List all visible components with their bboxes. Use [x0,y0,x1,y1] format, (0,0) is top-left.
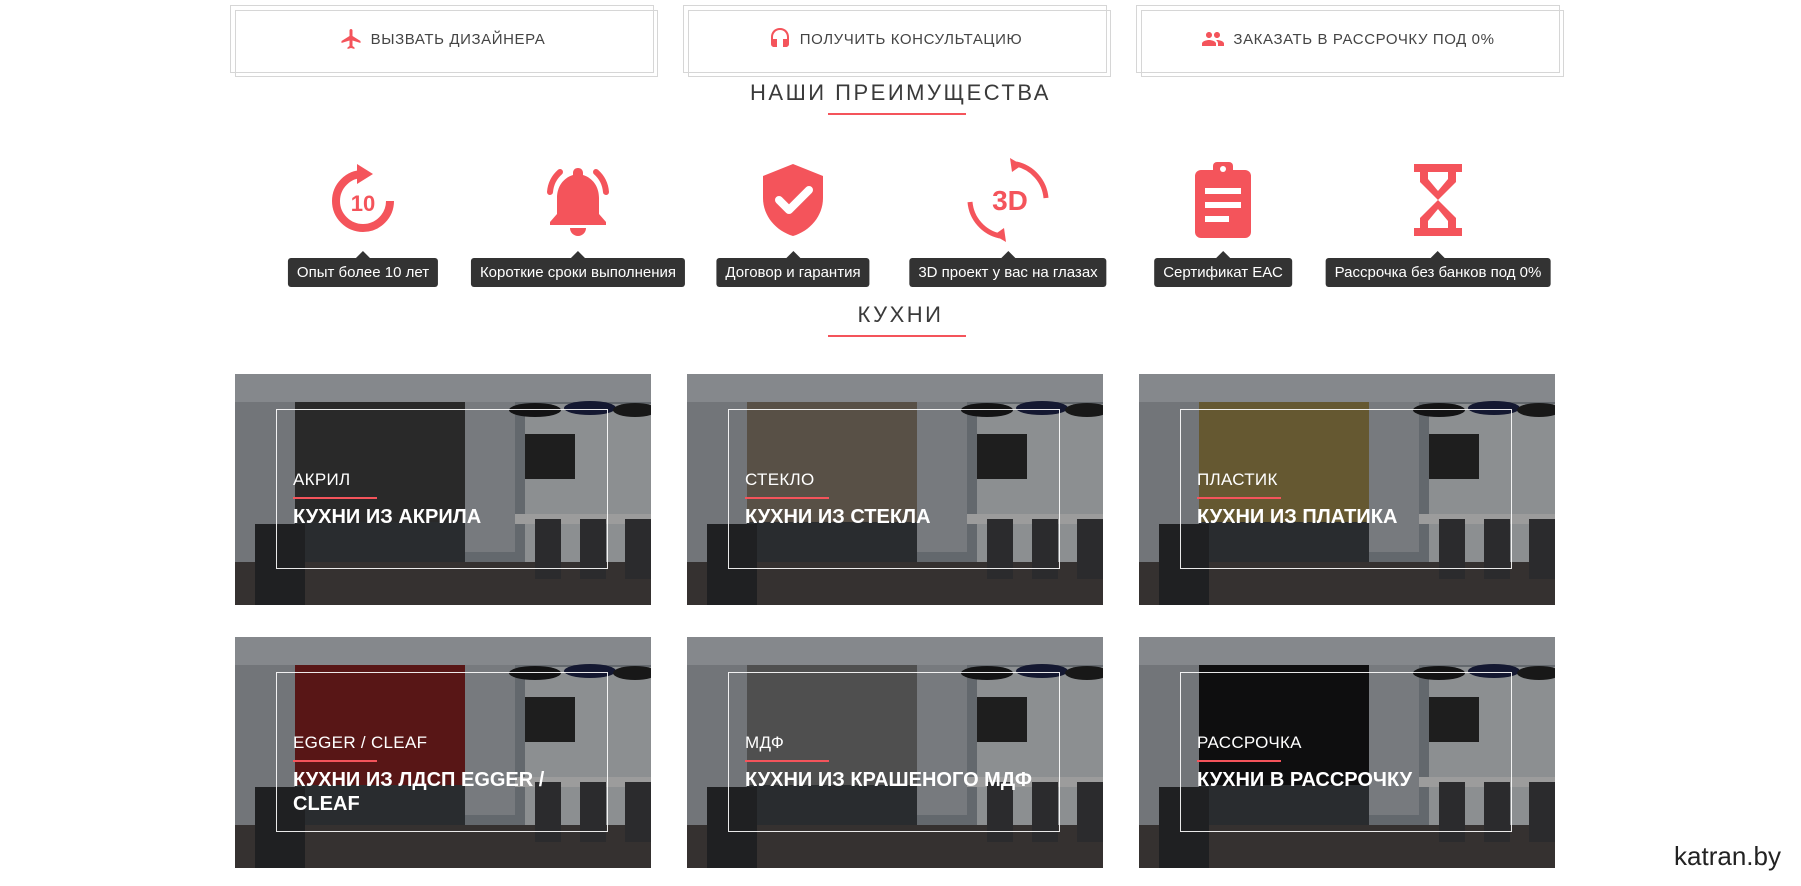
rotate-3d-icon: 3D [963,155,1053,245]
call-designer-label: Вызвать дизайнера [370,30,546,48]
kitchen-card[interactable]: МДФ Кухни из крашеного МДФ [687,637,1103,868]
card-title: Кухни из стекла [745,506,931,528]
advantages-title: Наши преимущества [750,80,1051,105]
kitchen-card[interactable]: Рассрочка Кухни в рассрочку [1139,637,1555,868]
advantage-label: Рассрочка без банков под 0% [1325,258,1551,287]
watermark: katran.by [1674,841,1781,871]
people-icon [1202,32,1225,46]
card-title: Кухни из платика [1197,506,1398,528]
card-title: Кухни в рассрочку [1197,769,1413,791]
advantage-item: Короткие сроки выполнения [458,155,698,295]
advantage-label: Договор и гарантия [716,258,870,287]
hourglass-icon [1393,155,1483,245]
get-consultation-button[interactable]: Получить консультацию [683,5,1111,77]
card-category-underline [745,760,829,762]
advantage-label: Сертификат ЕАС [1154,258,1292,287]
svg-text:10: 10 [351,191,375,216]
advantage-item: 3D 3D проект у вас на глазах [888,155,1128,295]
advantage-item: Договор и гарантия [673,155,913,295]
card-title: Кухни из акрила [293,506,482,528]
kitchens-title: Кухни [857,302,944,327]
card-category-underline [1197,760,1281,762]
advantage-item: Сертификат ЕАС [1103,155,1343,295]
card-category-underline [1197,497,1281,499]
advantage-label: Короткие сроки выполнения [470,258,686,287]
bell-icon [533,155,623,245]
airplane-icon [341,29,361,49]
kitchen-card[interactable]: Акрил Кухни из акрила [235,374,651,605]
advantage-label: 3D проект у вас на глазах [909,258,1107,287]
card-category: Рассрочка [1197,733,1302,752]
svg-text:3D: 3D [992,185,1028,216]
cta-row: Вызвать дизайнера Получить консультацию … [230,5,1564,77]
headphones-icon [770,28,789,47]
order-installment-label: Заказать в рассрочку под 0% [1233,30,1495,48]
kitchen-card[interactable]: Egger / Cleaf Кухни из ЛДСП Egger / Clea… [235,637,651,868]
card-category-underline [293,497,377,499]
card-category: МДФ [745,733,785,752]
call-designer-button[interactable]: Вызвать дизайнера [230,5,658,77]
advantage-item: Рассрочка без банков под 0% [1318,155,1558,295]
kitchen-card[interactable]: Стекло Кухни из стекла [687,374,1103,605]
order-installment-button[interactable]: Заказать в рассрочку под 0% [1136,5,1564,77]
kitchens-underline [828,335,966,337]
kitchen-card[interactable]: Пластик Кухни из платика [1139,374,1555,605]
advantages-underline [828,113,966,115]
card-category: Акрил [293,470,351,489]
card-category-underline [745,497,829,499]
card-category: Стекло [745,470,815,489]
get-consultation-label: Получить консультацию [799,30,1023,48]
card-category-underline [293,760,377,762]
card-title: Кухни из ЛДСП Egger / Cleaf [293,769,545,815]
card-title: Кухни из крашеного МДФ [745,769,1032,791]
advantage-item: 10 Опыт более 10 лет [243,155,483,295]
advantage-label: Опыт более 10 лет [287,258,439,287]
card-category: Egger / Cleaf [293,733,428,752]
shield-check-icon [748,155,838,245]
card-category: Пластик [1197,470,1278,489]
clipboard-icon [1178,155,1268,245]
replay-10-icon: 10 [318,155,408,245]
